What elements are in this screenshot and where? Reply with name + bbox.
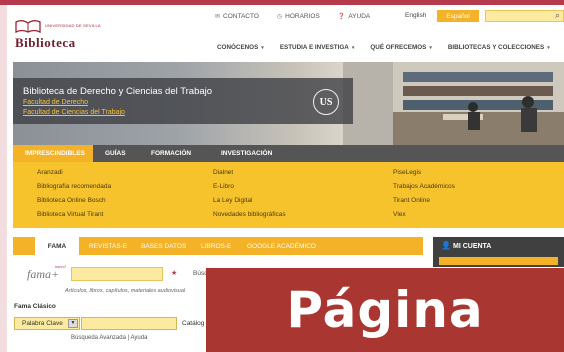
chevron-down-icon: ▾ (547, 45, 550, 51)
fama-new-badge: nuevo! (55, 264, 67, 269)
resource-link[interactable]: La Ley Digital (213, 197, 286, 205)
advanced-search-links[interactable]: Búsqueda Avanzada | Ayuda (71, 335, 147, 341)
tab-investigacion[interactable]: INVESTIGACIÓN (209, 145, 289, 162)
resources-column-3: PiseLegis Trabajos Académicos Tirant Onl… (393, 169, 455, 219)
tab-imprescindibles[interactable]: IMPRESCINDIBLES (13, 145, 93, 162)
faculty-law-link[interactable]: Facultad de Derecho (23, 99, 88, 106)
keyword-input[interactable] (81, 317, 177, 330)
chevron-down-icon: ▾ (429, 45, 432, 51)
logo-library: Biblioteca (15, 35, 76, 50)
resources-column-2: Dialnet E-Libro La Ley Digital Novedades… (213, 169, 286, 219)
hours-link[interactable]: ◷ HORARIOS (277, 13, 320, 20)
chevron-down-icon: ▾ (261, 45, 264, 51)
library-logo[interactable]: UNIVERSIDAD DE SEVILLA Biblioteca (15, 17, 105, 51)
search-tabs: FAMA REVISTAS-E BASES DATOS LIBROS-E GOO… (13, 237, 423, 255)
resource-link[interactable]: Bibliografía recomendada (37, 183, 111, 191)
contact-link[interactable]: ✉ CONTACTO (215, 13, 259, 20)
main-nav: CONÓCENOS ▾ ESTUDIA E INVESTIGA ▾ QUÉ OFRE… (217, 44, 550, 51)
catalog-label: Catálog (182, 320, 205, 327)
account-login-button[interactable] (439, 257, 558, 265)
site-search-input[interactable]: ⌕ (485, 10, 564, 22)
resource-link[interactable]: PiseLegis (393, 169, 455, 177)
resources-panel: Aranzadi Bibliografía recomendada Biblio… (13, 162, 564, 228)
search-icon[interactable]: ⌕ (555, 10, 560, 21)
resource-link[interactable]: Tirant Online (393, 197, 455, 205)
search-field-select[interactable]: Palabra Clave ▼ (14, 317, 80, 330)
faculty-labor-link[interactable]: Facultad de Ciencias del Trabajo (23, 109, 125, 116)
required-star-icon: ★ (171, 270, 178, 277)
open-book-icon (15, 20, 41, 33)
resource-tabs: IMPRESCINDIBLES GUÍAS FORMACIÓN INVESTIG… (13, 145, 564, 162)
resource-link[interactable]: E-Libro (213, 183, 286, 191)
nav-conocenos[interactable]: CONÓCENOS ▾ (217, 44, 264, 51)
user-icon: 👤 (441, 241, 451, 250)
help-icon: ❓ (337, 14, 346, 20)
resource-link[interactable]: Novedades bibliográficas (213, 211, 286, 219)
my-account-label: MI CUENTA (453, 243, 492, 250)
logo-university: UNIVERSIDAD DE SEVILLA (45, 23, 101, 28)
tab-guias[interactable]: GUÍAS (93, 145, 139, 162)
tab-revistas[interactable]: REVISTAS-E (89, 237, 127, 255)
tab-fama[interactable]: FAMA (35, 237, 79, 255)
tab-libros[interactable]: LIBROS-E (201, 237, 231, 255)
resource-link[interactable]: Vlex (393, 211, 455, 219)
nav-que-ofrecemos[interactable]: QUÉ OFRECEMOS ▾ (370, 44, 432, 51)
resource-link[interactable]: Biblioteca Virtual Tirant (37, 211, 111, 219)
university-seal-icon: US (313, 89, 339, 115)
resource-link[interactable]: Trabajos Académicos (393, 183, 455, 191)
fama-classic-label: Fama Clásico (14, 303, 56, 310)
resources-column-1: Aranzadi Bibliografía recomendada Biblio… (37, 169, 111, 219)
top-links: ✉ CONTACTO ◷ HORARIOS ❓ AYUDA (215, 13, 370, 20)
envelope-icon: ✉ (215, 14, 221, 20)
clock-icon: ◷ (276, 14, 283, 20)
chevron-down-icon[interactable]: ▼ (68, 319, 78, 328)
tab-google-academico[interactable]: GOOGLE ACADÉMICO (247, 237, 316, 255)
fama-hint-text: Artículos, libros, capítulos, materiales… (65, 288, 186, 294)
my-account-box[interactable]: 👤 MI CUENTA (433, 237, 564, 267)
lang-spanish-button[interactable]: Español (437, 10, 479, 22)
help-link[interactable]: ❓ AYUDA (338, 13, 370, 20)
chevron-down-icon: ▾ (351, 45, 355, 51)
fama-logo: fama+ nuevo! (27, 264, 67, 281)
resource-link[interactable]: Aranzadi (37, 169, 111, 177)
tab-bases-datos[interactable]: BASES DATOS (141, 237, 186, 255)
fama-search-input[interactable] (71, 267, 163, 281)
hero-banner: Biblioteca de Derecho y Ciencias del Tra… (13, 62, 564, 145)
resource-link[interactable]: Biblioteca Online Bosch (37, 197, 111, 205)
resource-link[interactable]: Dialnet (213, 169, 286, 177)
library-shelves-photo (343, 62, 564, 145)
nav-estudia[interactable]: ESTUDIA E INVESTIGA ▾ (280, 44, 355, 51)
nav-bibliotecas[interactable]: BIBLIOTECAS Y COLECCIONES ▾ (448, 44, 550, 51)
hero-title: Biblioteca de Derecho y Ciencias del Tra… (23, 86, 213, 97)
tab-formacion[interactable]: FORMACIÓN (139, 145, 209, 162)
page-overlay-label: Página (206, 268, 564, 352)
lang-english-link[interactable]: English (405, 12, 426, 19)
